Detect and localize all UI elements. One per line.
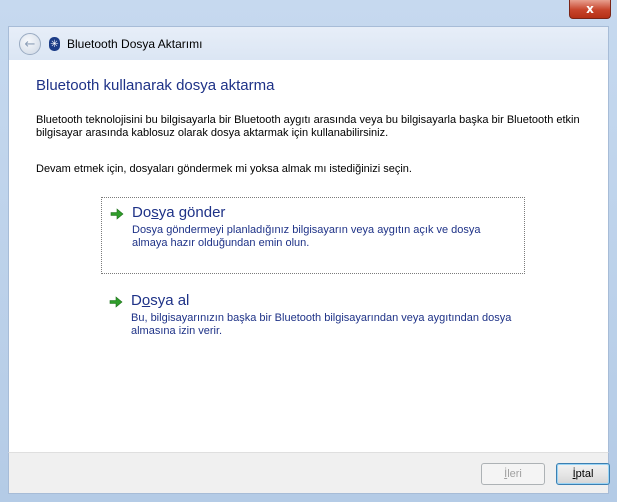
receive-files-title: Dosya al [131,292,190,309]
close-button[interactable]: x [569,0,611,19]
receive-files-option[interactable]: Dosya al Bu, bilgisayarınızın başka bir … [101,286,525,352]
wizard-header: ← ✳ Bluetooth Dosya Aktarımı [8,26,609,60]
page-heading: Bluetooth kullanarak dosya aktarma [36,77,275,94]
green-arrow-icon [109,296,123,308]
wizard-footer: İleri İptal [8,452,610,494]
window-title: Bluetooth Dosya Aktarımı [67,37,203,51]
send-files-title: Dosya gönder [132,204,226,221]
green-arrow-icon [110,208,124,220]
receive-files-description: Bu, bilgisayarınızın başka bir Bluetooth… [131,312,512,337]
send-files-description: Dosya göndermeyi planladığınız bilgisaya… [132,224,481,249]
send-files-option[interactable]: Dosya gönder Dosya göndermeyi planladığı… [101,197,525,274]
back-button[interactable]: ← [19,33,41,55]
page-description: Bluetooth teknolojisini bu bilgisayarla … [36,114,580,139]
wizard-content: Bluetooth kullanarak dosya aktarma Bluet… [8,60,609,452]
close-icon: x [586,2,594,16]
bluetooth-icon: ✳ [49,37,60,51]
cancel-button[interactable]: İptal [556,463,610,485]
window-frame: x ← ✳ Bluetooth Dosya Aktarımı Bluetooth… [0,0,617,502]
next-button[interactable]: İleri [481,463,545,485]
back-arrow-icon: ← [24,36,36,52]
page-prompt: Devam etmek için, dosyaları göndermek mi… [36,163,412,175]
